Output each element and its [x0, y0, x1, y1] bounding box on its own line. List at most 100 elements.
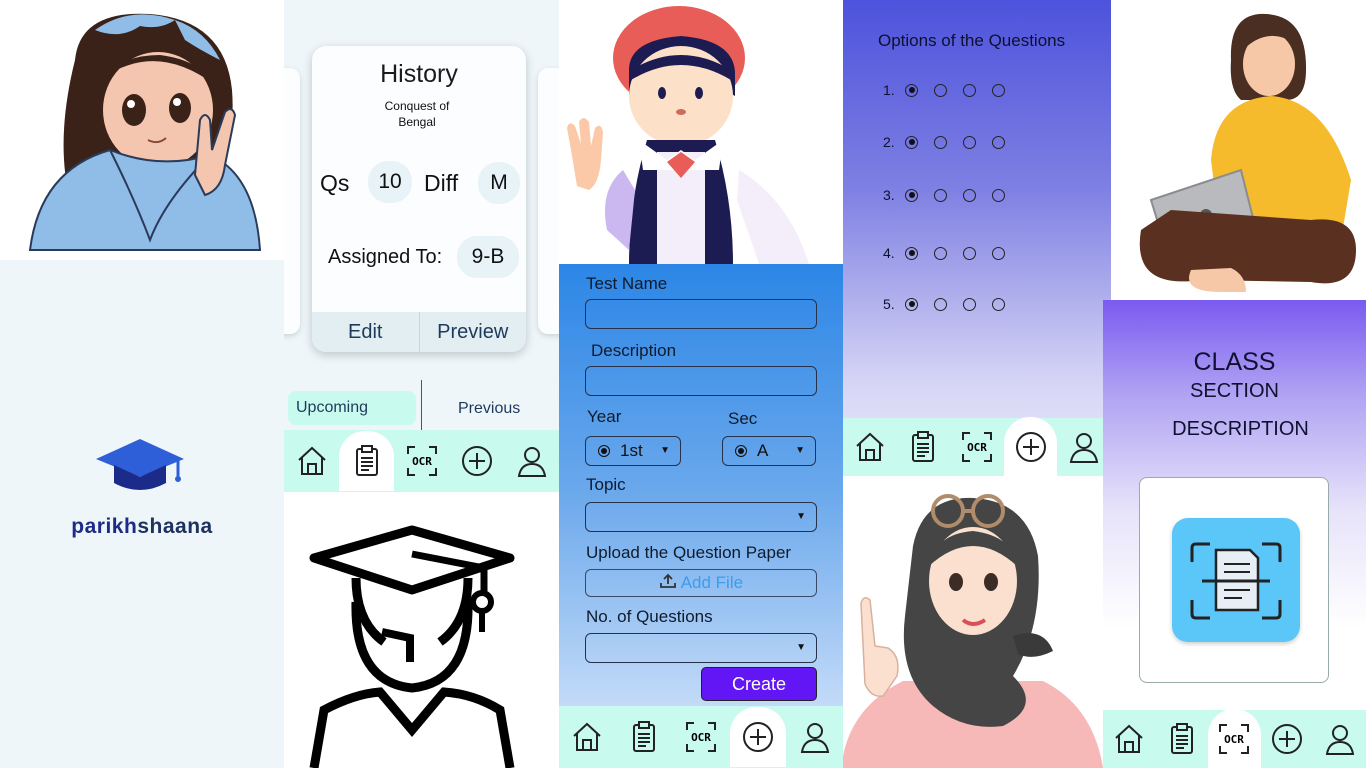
- ocr-scan-card[interactable]: [1139, 477, 1329, 683]
- option-radio[interactable]: [905, 83, 918, 97]
- nav-ocr-button[interactable]: OCR: [950, 419, 1004, 475]
- nav-tests-button[interactable]: [1156, 711, 1209, 767]
- preview-button[interactable]: Preview: [418, 312, 527, 352]
- home-icon: [856, 432, 884, 461]
- test-name-label: Test Name: [586, 274, 668, 293]
- option-radio[interactable]: [905, 297, 918, 311]
- assigned-to-label: Assigned To:: [328, 246, 443, 268]
- ocr-scan-icon: OCR: [1219, 724, 1250, 754]
- topic-label: Topic: [586, 475, 626, 494]
- test-name-input[interactable]: [585, 299, 817, 329]
- tab-previous[interactable]: Previous: [458, 400, 520, 418]
- option-radio[interactable]: [934, 246, 947, 260]
- illustration-girl-laptop: [1111, 0, 1366, 300]
- graduation-cap-logo-icon: [96, 439, 184, 490]
- nav-tests-button[interactable]: [339, 431, 394, 491]
- questions-label: Qs: [320, 170, 350, 196]
- nav-home-button[interactable]: [843, 419, 897, 475]
- nav-tests-button[interactable]: [616, 709, 672, 765]
- option-radio[interactable]: [992, 246, 1005, 260]
- next-card-peek[interactable]: [538, 68, 559, 334]
- option-radio[interactable]: [992, 297, 1005, 311]
- home-icon: [1115, 724, 1143, 753]
- description-input[interactable]: [585, 366, 817, 396]
- nav-ocr-button[interactable]: OCR: [673, 709, 729, 765]
- year-radio-icon: [598, 445, 610, 457]
- bottom-nav: OCR: [843, 417, 1111, 476]
- nav-home-button[interactable]: [1103, 711, 1156, 767]
- nav-add-button[interactable]: [449, 433, 504, 489]
- edit-button[interactable]: Edit: [312, 312, 419, 352]
- question-row: 5.: [883, 294, 1021, 314]
- clipboard-icon: [912, 431, 935, 462]
- option-radio[interactable]: [905, 135, 918, 149]
- illustration-girl-peace-sign: [0, 0, 284, 260]
- year-select[interactable]: 1st ▼: [585, 436, 681, 466]
- assigned-to-value: 9-B: [457, 236, 519, 278]
- nav-profile-button[interactable]: [787, 709, 843, 765]
- nav-profile-button[interactable]: [1313, 711, 1366, 767]
- question-row: 1.: [883, 80, 1021, 100]
- option-radio[interactable]: [963, 83, 976, 97]
- bottom-nav: OCR: [559, 706, 843, 768]
- home-icon: [573, 722, 602, 751]
- app-logo-panel: parikhshaana: [0, 260, 284, 768]
- nav-ocr-button[interactable]: OCR: [1208, 709, 1261, 768]
- tab-upcoming[interactable]: Upcoming: [288, 391, 416, 425]
- options-title: Options of the Questions: [878, 31, 1066, 50]
- ocr-scan-icon: OCR: [406, 446, 437, 476]
- illustration-graduate-outline: [284, 492, 559, 768]
- nav-ocr-button[interactable]: OCR: [394, 433, 449, 489]
- sec-label: Sec: [728, 409, 758, 428]
- user-icon: [1325, 725, 1354, 755]
- sec-radio-icon: [735, 445, 747, 457]
- nav-add-button[interactable]: [729, 707, 786, 767]
- difficulty-value: M: [478, 162, 520, 204]
- nav-add-button[interactable]: [1261, 711, 1314, 767]
- question-row: 2.: [883, 132, 1021, 152]
- test-list-screen: History Conquest of Bengal Qs 10 Diff M …: [284, 0, 559, 492]
- nav-add-button[interactable]: [1003, 417, 1058, 476]
- nav-tests-button[interactable]: [897, 419, 951, 475]
- add-circle-icon: [1015, 432, 1046, 462]
- nav-ocr-label: OCR: [967, 441, 987, 454]
- option-radio[interactable]: [963, 297, 976, 311]
- option-radio[interactable]: [992, 188, 1005, 202]
- option-radio[interactable]: [992, 135, 1005, 149]
- bottom-nav: OCR: [1103, 709, 1366, 768]
- add-file-button[interactable]: Add File: [585, 569, 817, 597]
- topic-select[interactable]: ▼: [585, 502, 817, 532]
- option-radio[interactable]: [934, 135, 947, 149]
- option-radio[interactable]: [963, 246, 976, 260]
- sec-select[interactable]: A ▼: [722, 436, 816, 466]
- question-number: 4.: [883, 245, 895, 261]
- nav-home-button[interactable]: [284, 433, 339, 489]
- description-label: DESCRIPTION: [1172, 418, 1309, 440]
- option-radio[interactable]: [905, 188, 918, 202]
- nav-home-button[interactable]: [559, 709, 615, 765]
- num-questions-select[interactable]: ▼: [585, 633, 817, 663]
- clipboard-icon: [355, 445, 378, 476]
- option-radio[interactable]: [963, 188, 976, 202]
- option-radio[interactable]: [934, 297, 947, 311]
- nav-ocr-label: OCR: [691, 731, 711, 744]
- illustration-girl-waving: [559, 0, 843, 264]
- test-card-title: History: [380, 60, 458, 88]
- option-radio[interactable]: [934, 188, 947, 202]
- upload-icon: [660, 573, 676, 588]
- question-options-screen: Options of the Questions 1. 2. 3. 4. 5. …: [843, 0, 1111, 476]
- test-card: History Conquest of Bengal Qs 10 Diff M …: [312, 46, 526, 352]
- clipboard-icon: [633, 721, 656, 752]
- nav-profile-button[interactable]: [504, 433, 559, 489]
- tab-divider: [421, 380, 422, 430]
- question-row: 3.: [883, 185, 1021, 205]
- previous-card-peek[interactable]: [284, 68, 300, 334]
- option-radio[interactable]: [963, 135, 976, 149]
- option-radio[interactable]: [992, 83, 1005, 97]
- create-button[interactable]: Create: [701, 667, 817, 701]
- option-radio[interactable]: [934, 83, 947, 97]
- chevron-down-icon: ▼: [796, 511, 806, 522]
- nav-ocr-label: OCR: [1225, 733, 1245, 746]
- questions-count: 10: [368, 161, 412, 203]
- option-radio[interactable]: [905, 246, 918, 260]
